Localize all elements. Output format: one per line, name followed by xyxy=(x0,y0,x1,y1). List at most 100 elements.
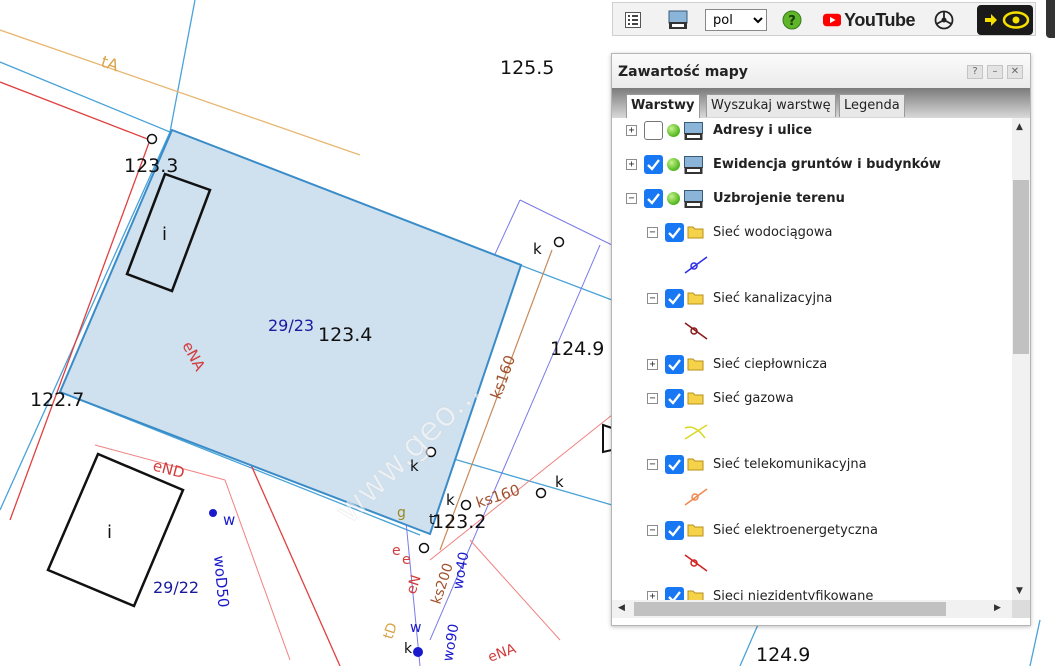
help-button[interactable]: ? xyxy=(781,7,803,33)
map-point-label: g xyxy=(397,505,406,521)
layer-checkbox[interactable] xyxy=(644,155,663,174)
layer-checkbox[interactable] xyxy=(665,521,684,540)
youtube-icon xyxy=(823,13,842,27)
folder-icon xyxy=(687,226,704,239)
expand-toggle[interactable]: + xyxy=(626,159,637,170)
map-point-label: w xyxy=(410,620,421,636)
scroll-left-arrow-icon[interactable]: ◀ xyxy=(618,603,625,613)
layer-checkbox[interactable] xyxy=(665,587,684,600)
language-select[interactable]: pol xyxy=(705,9,767,31)
layer-row-electric[interactable]: − Sieć elektroenergetyczna xyxy=(612,520,1012,542)
panel-minimize-button[interactable]: – xyxy=(987,65,1003,79)
panel-tabs: Warstwy Wyszukaj warstwę Legenda xyxy=(612,88,1030,118)
youtube-button[interactable]: YouTube xyxy=(823,7,915,33)
folder-icon xyxy=(687,392,704,405)
panel-help-button[interactable]: ? xyxy=(967,65,983,79)
map-height-label: 123.3 xyxy=(124,155,178,177)
layer-checkbox[interactable] xyxy=(665,289,684,308)
accessibility-button[interactable] xyxy=(977,5,1033,35)
layer-label: Sieć telekomunikacyjna xyxy=(713,457,867,472)
collapse-toggle[interactable]: − xyxy=(647,525,658,536)
legend-gas-symbol xyxy=(683,420,709,442)
steering-icon xyxy=(934,10,954,30)
map-parcel-number: 29/23 xyxy=(268,316,314,335)
tab-legend[interactable]: Legenda xyxy=(839,94,905,117)
map-toolbar: pol ? YouTube xyxy=(612,2,1036,36)
vertical-scrollbar[interactable]: ▲ ▼ xyxy=(1012,118,1030,600)
horizontal-scrollbar[interactable]: ◀ ▶ xyxy=(612,600,1012,618)
layer-tree: + Adresy i ulice + Ewidencja gruntów i b… xyxy=(612,118,1012,600)
wms-icon xyxy=(684,122,703,140)
layer-label: Sieć gazowa xyxy=(713,391,794,406)
scroll-right-arrow-icon[interactable]: ▶ xyxy=(994,603,1001,613)
map-height-label: 125.5 xyxy=(500,57,554,79)
expand-toggle[interactable]: + xyxy=(647,591,658,600)
svg-text:?: ? xyxy=(788,14,796,29)
steering-button[interactable] xyxy=(931,7,957,33)
map-point-label: e xyxy=(402,552,411,568)
layer-row-sewer[interactable]: − Sieć kanalizacyjna xyxy=(612,288,1012,310)
layer-row-telecom[interactable]: − Sieć telekomunikacyjna xyxy=(612,454,1012,476)
expand-toggle[interactable]: + xyxy=(626,125,637,136)
status-dot-icon xyxy=(667,192,680,205)
wms-button[interactable] xyxy=(665,7,691,33)
layer-label: Adresy i ulice xyxy=(713,123,813,138)
layer-label: Sieć wodociągowa xyxy=(713,225,833,240)
layer-checkbox[interactable] xyxy=(665,355,684,374)
collapse-toggle[interactable]: − xyxy=(626,193,637,204)
vertical-scroll-thumb[interactable] xyxy=(1013,180,1029,354)
collapse-toggle[interactable]: − xyxy=(647,393,658,404)
layer-label: Sieć elektroenergetyczna xyxy=(713,523,878,538)
folder-icon xyxy=(687,458,704,471)
map-height-label: 124.9 xyxy=(550,338,604,360)
legend-telecom-symbol xyxy=(683,486,709,508)
horizontal-scroll-thumb[interactable] xyxy=(634,602,946,616)
layer-checkbox[interactable] xyxy=(644,189,663,208)
layer-row-heating[interactable]: + Sieć ciepłownicza xyxy=(612,354,1012,376)
wms-icon xyxy=(684,190,703,208)
legend-water-symbol xyxy=(683,254,709,276)
collapse-toggle[interactable]: − xyxy=(647,293,658,304)
eye-icon xyxy=(985,11,1030,29)
expand-toggle[interactable]: + xyxy=(647,359,658,370)
layer-row-gas[interactable]: − Sieć gazowa xyxy=(612,388,1012,410)
edge-strip xyxy=(1046,0,1055,38)
legend-electric-symbol xyxy=(683,552,709,574)
youtube-label: YouTube xyxy=(844,9,915,30)
layer-checkbox[interactable] xyxy=(665,389,684,408)
tab-layers[interactable]: Warstwy xyxy=(626,94,700,118)
collapse-toggle[interactable]: − xyxy=(647,227,658,238)
layer-row-water[interactable]: − Sieć wodociągowa xyxy=(612,222,1012,244)
folder-icon xyxy=(687,590,704,600)
layer-row-cadastre[interactable]: + Ewidencja gruntów i budynków xyxy=(612,154,1012,176)
layers-grid-button[interactable] xyxy=(621,7,645,33)
layer-row-unidentified[interactable]: + Sieci niezidentyfikowane xyxy=(612,586,1012,600)
folder-icon xyxy=(687,358,704,371)
layer-row-addresses[interactable]: + Adresy i ulice xyxy=(612,120,1012,142)
map-height-label: 123.2 xyxy=(432,511,486,533)
scroll-up-arrow-icon[interactable]: ▲ xyxy=(1016,122,1023,132)
map-height-label: 124.9 xyxy=(756,644,810,666)
map-point-label: k xyxy=(404,641,413,657)
map-height-label: 122.7 xyxy=(30,389,84,411)
panel-close-button[interactable]: ✕ xyxy=(1007,65,1023,79)
map-point-label: w xyxy=(223,511,235,529)
wms-icon xyxy=(684,156,703,174)
wms-icon xyxy=(668,10,688,29)
collapse-toggle[interactable]: − xyxy=(647,459,658,470)
layers-grid-icon xyxy=(625,12,641,28)
panel-header[interactable]: Zawartość mapy ? – ✕ xyxy=(612,54,1030,88)
tab-search-layer[interactable]: Wyszukaj warstwę xyxy=(706,94,836,117)
layer-label: Sieci niezidentyfikowane xyxy=(713,589,874,600)
map-point-label: e xyxy=(392,543,401,559)
scroll-down-arrow-icon[interactable]: ▼ xyxy=(1016,586,1023,596)
layer-checkbox[interactable] xyxy=(665,223,684,242)
map-parcel-number: 29/22 xyxy=(153,578,199,597)
map-point-label: k xyxy=(533,240,542,258)
layer-row-utilities[interactable]: − Uzbrojenie terenu xyxy=(612,188,1012,210)
legend-sewer-symbol xyxy=(683,320,709,342)
map-contents-panel: Zawartość mapy ? – ✕ Warstwy Wyszukaj wa… xyxy=(611,53,1031,626)
layer-checkbox[interactable] xyxy=(665,455,684,474)
layer-label: Sieć ciepłownicza xyxy=(713,357,828,372)
layer-checkbox[interactable] xyxy=(644,121,663,140)
